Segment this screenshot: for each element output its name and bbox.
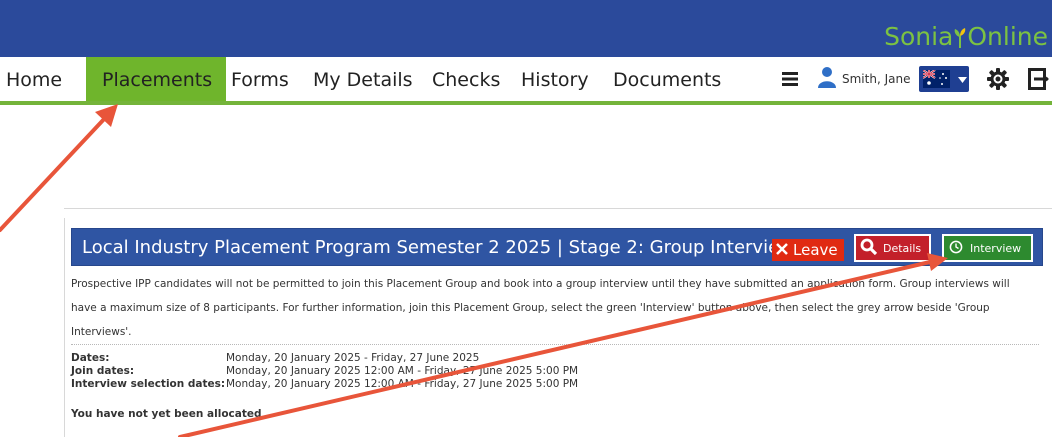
details-button-label: Details <box>883 241 922 255</box>
description-line: Interviews'. <box>71 326 132 338</box>
description-line: have a maximum size of 8 participants. F… <box>71 302 990 314</box>
logo-text-sonia: Sonia <box>884 22 954 51</box>
panel-description: Prospective IPP candidates will not be p… <box>71 272 1039 344</box>
logout-icon[interactable] <box>1028 57 1050 101</box>
leave-button[interactable]: Leave <box>772 239 844 261</box>
interview-button[interactable]: Interview <box>942 234 1034 262</box>
info-label: Interview selection dates: <box>71 378 226 390</box>
australia-flag-icon <box>923 70 950 88</box>
page: Sonia Online Home Placements Forms My De… <box>0 0 1052 437</box>
info-value: Monday, 20 January 2025 12:00 AM - Frida… <box>226 378 579 390</box>
nav-forms[interactable]: Forms <box>231 57 289 101</box>
main-nav: Home Placements Forms My Details Checks … <box>0 57 1052 105</box>
nav-history[interactable]: History <box>521 57 589 101</box>
nav-documents[interactable]: Documents <box>613 57 721 101</box>
gear-icon[interactable] <box>987 57 1009 101</box>
top-banner: Sonia Online <box>0 0 1052 57</box>
info-value: Monday, 20 January 2025 12:00 AM - Frida… <box>226 365 579 377</box>
clock-icon <box>949 240 963 257</box>
info-label: Dates: <box>71 352 110 364</box>
placement-group-panel: Local Industry Placement Program Semeste… <box>64 218 1052 437</box>
close-icon <box>776 239 788 261</box>
hamburger-icon[interactable] <box>782 57 798 101</box>
sonia-online-logo[interactable]: Sonia Online <box>884 22 1048 52</box>
info-label: Join dates: <box>71 365 135 377</box>
nav-home[interactable]: Home <box>6 57 62 101</box>
user-name: Smith, Jane <box>842 72 911 86</box>
interview-button-label: Interview <box>970 241 1022 255</box>
description-line: Prospective IPP candidates will not be p… <box>71 278 1010 290</box>
nav-my-details[interactable]: My Details <box>313 57 413 101</box>
chevron-down-icon <box>958 70 967 88</box>
info-value: Monday, 20 January 2025 - Friday, 27 Jun… <box>226 352 480 364</box>
user-icon <box>818 66 836 93</box>
info-row-interview-selection-dates: Interview selection dates:Monday, 20 Jan… <box>71 378 578 390</box>
search-icon <box>860 238 878 258</box>
panel-title: Local Industry Placement Program Semeste… <box>82 237 794 258</box>
info-row-join-dates: Join dates: Monday, 20 January 2025 12:00… <box>71 365 578 377</box>
info-row-dates: Dates: Monday, 20 January 2025 - Friday, … <box>71 352 479 364</box>
leave-button-label: Leave <box>793 241 838 259</box>
panel-header: Local Industry Placement Program Semeste… <box>71 228 1043 266</box>
annotation-arrow-to-placements <box>0 104 118 232</box>
sprout-icon <box>953 22 967 52</box>
dotted-divider <box>71 344 1039 345</box>
nav-placements[interactable]: Placements <box>86 57 227 101</box>
language-select[interactable] <box>919 57 969 101</box>
details-button[interactable]: Details <box>854 234 932 262</box>
user-menu[interactable]: Smith, Jane <box>818 57 910 101</box>
logo-text-online: Online <box>967 22 1048 51</box>
allocation-status: You have not yet been allocated <box>71 408 262 420</box>
nav-checks[interactable]: Checks <box>432 57 500 101</box>
panel-divider <box>64 208 1052 209</box>
